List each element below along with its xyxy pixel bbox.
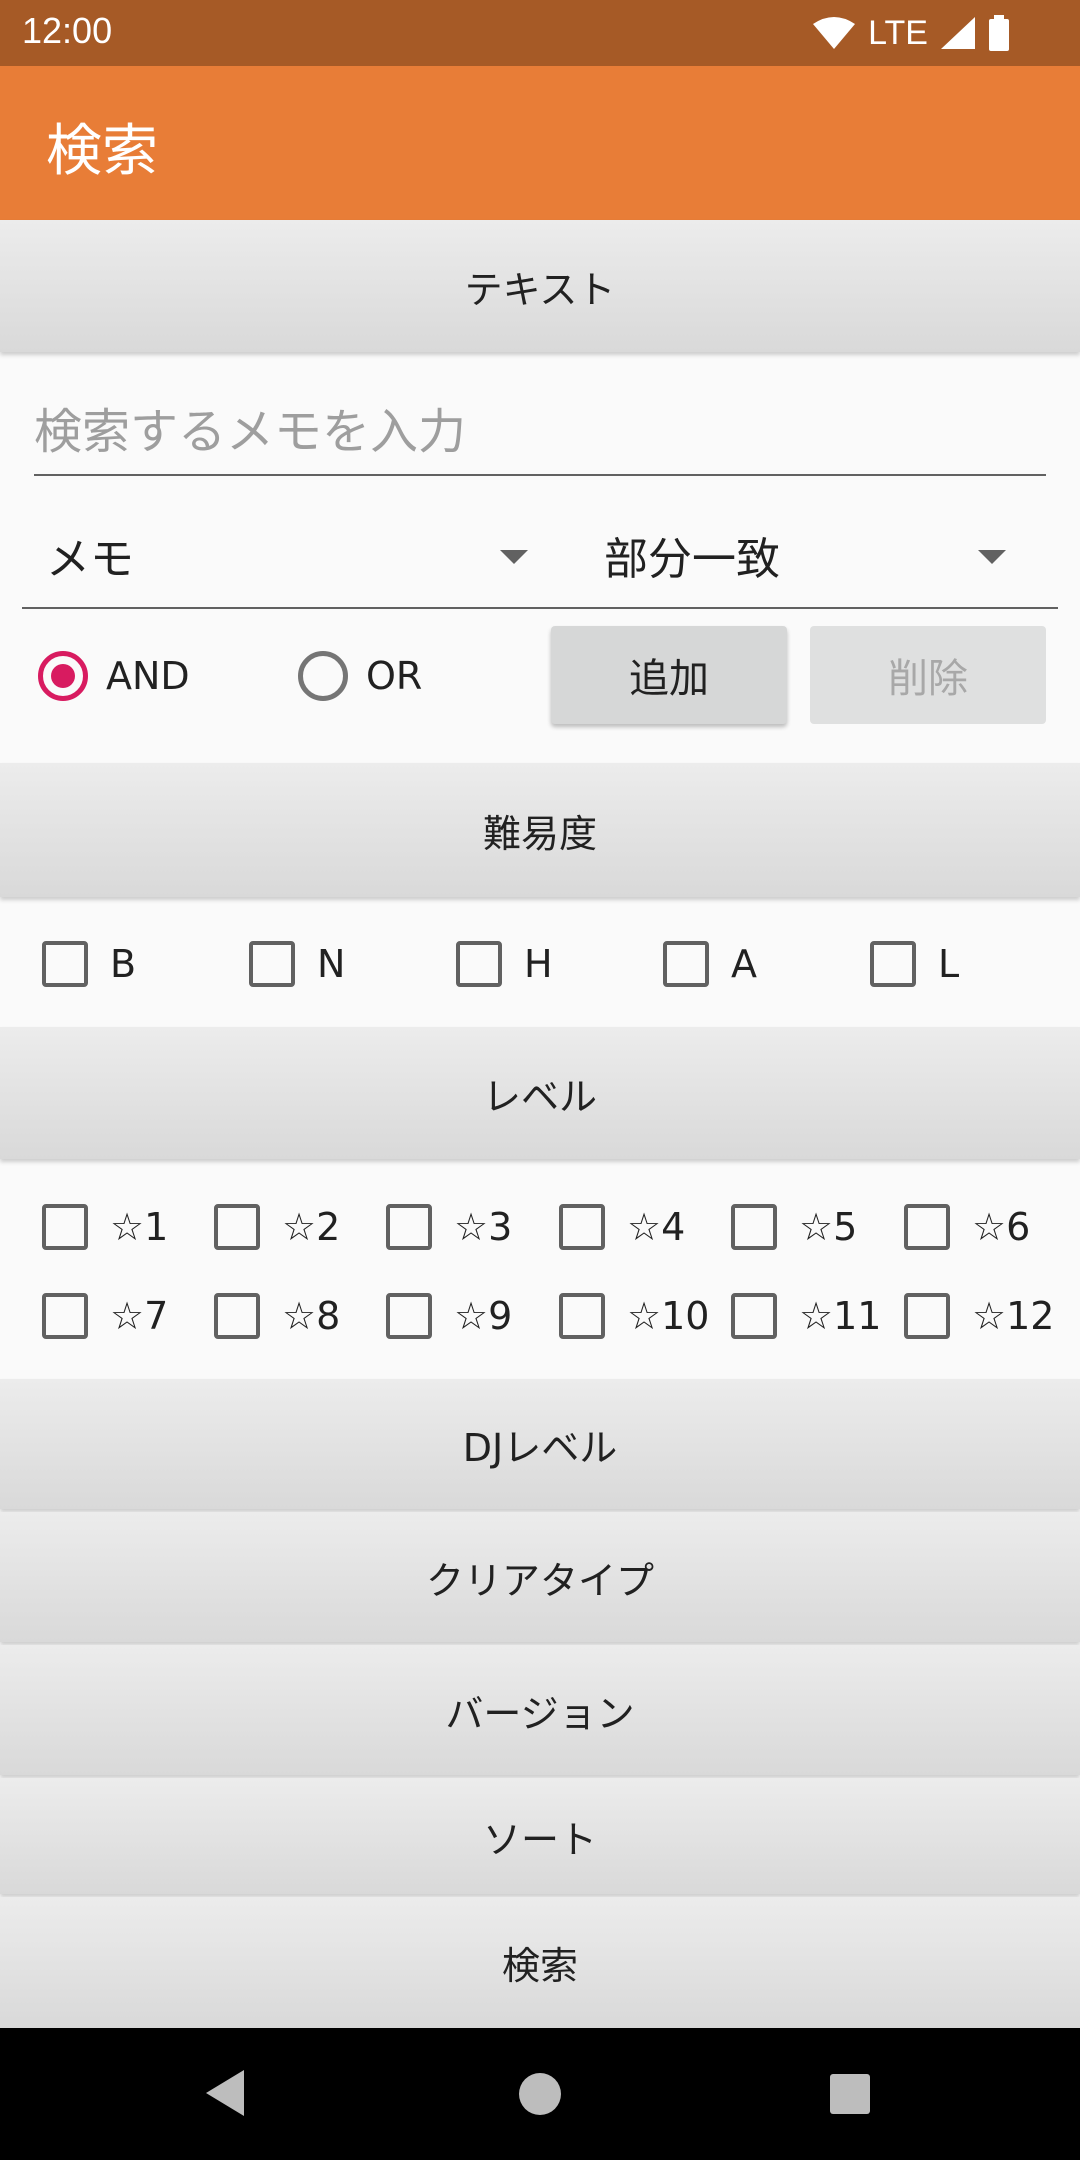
checkbox-icon: [663, 941, 709, 987]
level-label: ☆9: [454, 1294, 513, 1338]
match-spinner-value: 部分一致: [604, 534, 780, 585]
signal-icon: [941, 17, 975, 49]
status-bar: 12:00 LTE: [0, 0, 1080, 66]
difficulty-checkbox-l[interactable]: L: [870, 938, 959, 990]
match-spinner[interactable]: 部分一致: [604, 505, 1006, 605]
checkbox-icon: [42, 941, 88, 987]
wifi-icon: [813, 17, 856, 49]
level-checkbox[interactable]: ☆2: [214, 1201, 340, 1253]
or-radio-label: OR: [366, 654, 423, 698]
app-bar: 検索: [0, 66, 1080, 220]
checkbox-icon: [731, 1293, 777, 1339]
checkbox-icon: [249, 941, 295, 987]
level-checkbox[interactable]: ☆9: [386, 1290, 512, 1342]
level-checkbox[interactable]: ☆1: [42, 1201, 168, 1253]
status-time: 12:00: [22, 10, 113, 51]
checkbox-icon: [731, 1204, 777, 1250]
checkbox-icon: [42, 1204, 88, 1250]
spinner-divider: [22, 607, 1058, 609]
clear-type-section-button[interactable]: クリアタイプ: [0, 1512, 1080, 1642]
battery-icon: [989, 15, 1009, 51]
search-button[interactable]: 検索: [0, 1897, 1080, 2028]
level-checkbox[interactable]: ☆5: [731, 1201, 857, 1253]
level-label: ☆1: [110, 1205, 169, 1249]
level-checkbox[interactable]: ☆12: [904, 1290, 1054, 1342]
dropdown-arrow-icon: [500, 550, 528, 564]
and-radio[interactable]: AND: [38, 645, 190, 707]
checkbox-icon: [870, 941, 916, 987]
network-type: LTE: [868, 13, 928, 52]
level-label: ☆6: [972, 1205, 1031, 1249]
back-icon[interactable]: [204, 2068, 248, 2118]
level-label: ☆5: [799, 1205, 858, 1249]
page-title: 検索: [46, 119, 158, 184]
checkbox-icon: [559, 1293, 605, 1339]
level-label: ☆10: [627, 1294, 710, 1338]
and-radio-label: AND: [106, 654, 190, 698]
checkbox-icon: [42, 1293, 88, 1339]
checkbox-icon: [214, 1204, 260, 1250]
add-button[interactable]: 追加: [551, 626, 787, 724]
level-label: ☆3: [454, 1205, 513, 1249]
level-label: ☆2: [282, 1205, 341, 1249]
level-checkbox[interactable]: ☆11: [731, 1290, 881, 1342]
difficulty-label: N: [317, 942, 346, 986]
sort-section-button[interactable]: ソート: [0, 1778, 1080, 1894]
level-label: ☆12: [972, 1294, 1055, 1338]
checkbox-icon: [386, 1293, 432, 1339]
checkbox-icon: [904, 1293, 950, 1339]
level-label: ☆8: [282, 1294, 341, 1338]
difficulty-label: H: [524, 942, 553, 986]
dj-level-section-button[interactable]: DJレベル: [0, 1379, 1080, 1509]
difficulty-section-button[interactable]: 難易度: [0, 763, 1080, 897]
radio-unchecked-icon: [298, 651, 348, 701]
difficulty-checkbox-a[interactable]: A: [663, 938, 757, 990]
checkbox-icon: [456, 941, 502, 987]
difficulty-label: A: [731, 942, 757, 986]
difficulty-checkbox-b[interactable]: B: [42, 938, 136, 990]
recents-icon[interactable]: [829, 2073, 871, 2115]
status-icons: LTE: [812, 12, 1010, 54]
delete-button[interactable]: 削除: [810, 626, 1046, 724]
checkbox-icon: [386, 1204, 432, 1250]
level-checkbox[interactable]: ☆7: [42, 1290, 168, 1342]
level-label: ☆11: [799, 1294, 882, 1338]
difficulty-label: B: [110, 942, 137, 986]
level-checkbox[interactable]: ☆8: [214, 1290, 340, 1342]
target-spinner-value: メモ: [46, 534, 134, 585]
level-checkbox[interactable]: ☆4: [559, 1201, 685, 1253]
or-radio[interactable]: OR: [298, 645, 422, 707]
home-icon[interactable]: [518, 2072, 562, 2116]
radio-checked-icon: [38, 651, 88, 701]
checkbox-icon: [214, 1293, 260, 1339]
memo-search-input[interactable]: 検索するメモを入力: [34, 380, 1046, 476]
level-checkbox[interactable]: ☆10: [559, 1290, 709, 1342]
difficulty-checkbox-n[interactable]: N: [249, 938, 345, 990]
level-section-button[interactable]: レベル: [0, 1027, 1080, 1159]
difficulty-label: L: [938, 942, 960, 986]
level-checkbox[interactable]: ☆6: [904, 1201, 1030, 1253]
level-checkbox[interactable]: ☆3: [386, 1201, 512, 1253]
level-label: ☆7: [110, 1294, 169, 1338]
dropdown-arrow-icon: [978, 550, 1006, 564]
target-spinner[interactable]: メモ: [46, 505, 528, 605]
version-section-button[interactable]: バージョン: [0, 1645, 1080, 1775]
checkbox-icon: [559, 1204, 605, 1250]
difficulty-checkbox-h[interactable]: H: [456, 938, 553, 990]
text-section-button[interactable]: テキスト: [0, 220, 1080, 352]
checkbox-icon: [904, 1204, 950, 1250]
level-label: ☆4: [627, 1205, 686, 1249]
navigation-bar: [0, 2028, 1080, 2160]
